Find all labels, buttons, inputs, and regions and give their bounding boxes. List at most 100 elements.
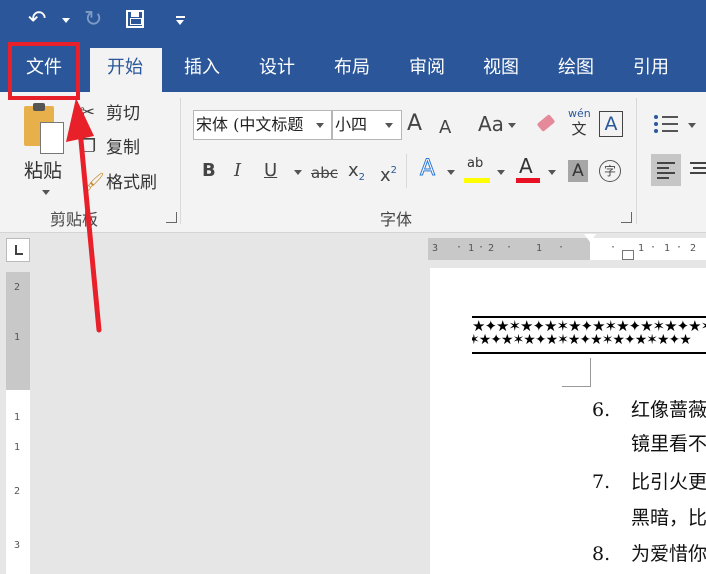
v-tick: 2 [14,282,21,293]
v-tick: 2 [14,486,21,497]
list-number: 8. [592,543,611,565]
phonetic-guide-button[interactable]: wén 文 [568,107,591,139]
ruler-text-area [590,238,706,260]
tab-selector-icon[interactable] [6,238,30,262]
shrink-font-button[interactable]: A [439,117,451,139]
underline-dropdown-icon[interactable] [294,170,302,175]
change-case-button[interactable]: Aa [478,113,504,135]
tab-draw[interactable]: 绘图 [558,56,594,80]
paste-dropdown-icon[interactable] [42,190,50,195]
tab-layout[interactable]: 布局 [334,56,370,80]
list-text: 为爱惜你 [631,543,706,565]
undo-dropdown-icon[interactable] [62,18,70,23]
font-size-value: 小四 [335,115,368,134]
superscript-button[interactable]: x2 [380,160,397,187]
highlight-button[interactable]: ab [464,156,490,186]
grow-font-button[interactable]: A [407,113,422,135]
font-color-button[interactable]: A [516,154,540,186]
change-case-dropdown-icon[interactable] [508,123,516,128]
list-text: 镜里看不 [631,433,706,455]
save-icon[interactable] [126,10,144,28]
indent-marker-icon[interactable] [584,234,596,242]
h-tick: · [650,242,657,253]
tab-insert[interactable]: 插入 [184,56,220,80]
paste-label: 粘贴 [24,160,63,182]
subscript-2: 2 [358,172,366,183]
paste-icon [24,103,64,154]
font-group-label: 字体 [380,210,413,229]
tab-references[interactable]: 引用 [633,56,669,80]
h-tick: · [676,242,683,253]
hanging-indent-icon[interactable] [622,250,634,260]
group-divider [180,98,181,224]
subscript-x: x [348,160,359,181]
list-number: 6. [592,399,611,421]
h-tick: · [506,242,513,253]
clipboard-launcher-icon[interactable] [166,212,177,223]
font-launcher-icon[interactable] [621,212,632,223]
h-tick: 2 [488,243,495,254]
tab-design[interactable]: 设计 [259,56,295,80]
h-tick: 2 [690,243,697,254]
format-divider [406,154,407,188]
list-number: 7. [592,471,611,493]
superscript-x: x [380,165,391,186]
document-page[interactable]: ★✦★✶★✦★✶★✦★✶★✦★✶★✦★✶ ✶★✦★✶★✦★✶★✦★✶★✦★✶★✦… [430,268,706,574]
font-name-box[interactable]: 宋体 (中文标题 [193,110,332,140]
h-tick: · [478,242,485,253]
h-tick: 1 [638,243,645,254]
h-tick: 1 [664,243,671,254]
bullets-dropdown-icon[interactable] [688,123,696,128]
phonetic-bottom: 文 [571,120,587,138]
font-name-value: 宋体 (中文标题 [196,115,304,134]
tab-view[interactable]: 视图 [483,56,519,80]
redo-icon[interactable]: ↻ [84,9,102,31]
v-tick: 1 [14,412,21,423]
font-color-dropdown-icon[interactable] [548,170,556,175]
h-tick: 3 [432,243,439,254]
font-color-bar [516,178,540,183]
font-name-dropdown-icon[interactable] [316,123,324,128]
undo-icon[interactable]: ↶ [28,9,46,31]
quick-access-toolbar: ↶ ↻ [0,0,706,42]
highlight-label: ab [467,156,484,171]
character-shading-button[interactable]: A [568,160,588,182]
underline-button[interactable]: U [264,160,277,182]
h-tick: 1 [536,243,543,254]
customize-qat-icon[interactable] [176,16,185,25]
font-size-dropdown-icon[interactable] [385,123,393,128]
align-center-icon[interactable] [690,162,706,180]
vertical-ruler[interactable]: 2 1 1 1 2 3 [6,272,30,574]
tab-home-label: 开始 [107,57,143,78]
v-tick: 1 [14,442,21,453]
font-color-label: A [519,154,533,178]
h-tick: 1 [468,243,475,254]
highlight-dropdown-icon[interactable] [497,170,505,175]
italic-button[interactable]: I [234,160,241,182]
bold-button[interactable]: B [202,160,216,182]
character-border-button[interactable]: A [599,111,623,137]
bullets-icon[interactable] [654,114,680,134]
superscript-2: 2 [390,165,398,176]
h-tick: · [610,242,617,253]
h-tick: · [456,242,463,253]
highlight-color-bar [464,178,490,183]
align-left-icon[interactable] [651,154,681,186]
left-indent-triangle-icon[interactable] [622,242,634,250]
list-text: 比引火更 [631,471,706,493]
margin-corner-mark [562,358,591,387]
tab-home[interactable]: 开始 [90,48,162,92]
subscript-button[interactable]: x2 [348,160,365,189]
annotation-arrow-icon [66,98,102,333]
enclose-characters-button[interactable]: 字 [599,160,621,182]
v-tick: 3 [14,540,21,551]
list-text: 黑暗，比 [631,507,706,529]
horizontal-ruler[interactable]: 3 · 1 · 2 · 1 · · 1 · 1 · 2 [428,234,706,260]
text-effects-dropdown-icon[interactable] [447,170,455,175]
clear-formatting-icon[interactable] [536,114,556,132]
text-effects-button[interactable]: A [419,157,435,180]
tab-review[interactable]: 审阅 [409,56,445,80]
font-size-box[interactable]: 小四 [332,110,402,140]
phonetic-top: wén [568,107,591,120]
strikethrough-button[interactable]: abc [311,162,338,184]
